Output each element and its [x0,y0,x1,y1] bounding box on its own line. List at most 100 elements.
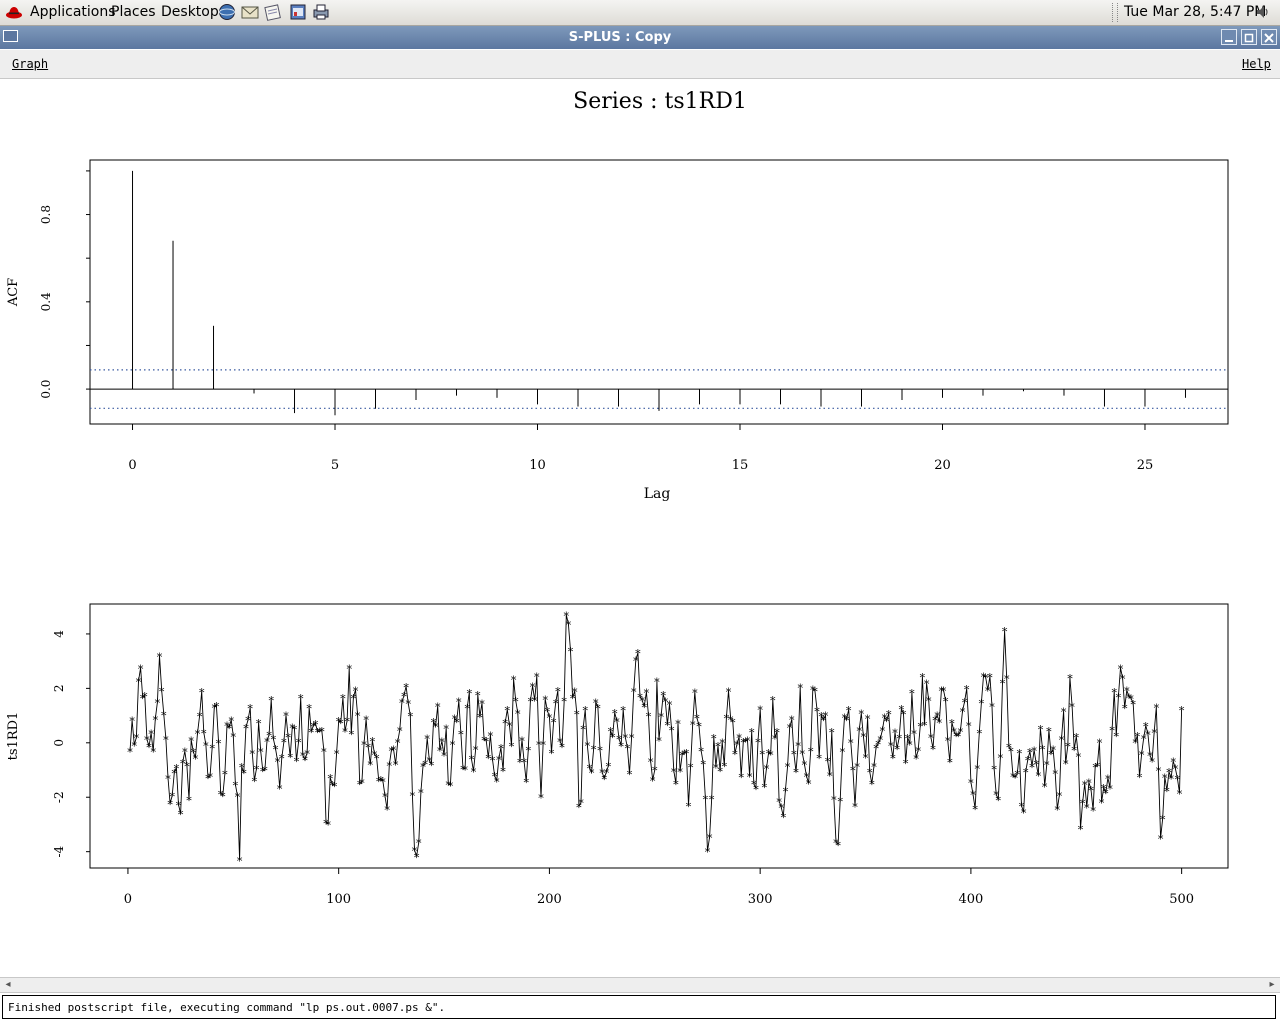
series-point: * [840,746,846,759]
series-point: * [574,708,580,721]
series-x-tick-label: 500 [1169,892,1194,907]
series-point: * [509,740,515,753]
series-point: * [1021,807,1027,820]
series-point: * [996,795,1002,808]
series-point: * [157,651,163,664]
series-point: * [1057,790,1063,803]
series-point: * [325,819,331,832]
series-point: * [382,791,388,804]
series-point: * [199,686,205,699]
series-point: * [852,801,858,814]
maximize-button[interactable] [1241,29,1257,45]
clock[interactable]: Tue Mar 28, 5:47 PM [1124,4,1266,20]
series-point: * [1090,805,1096,818]
series-point: * [987,671,993,684]
series-point: * [456,696,462,709]
series-point: * [384,804,390,817]
graph-menu[interactable]: Graph [12,57,48,71]
series-point: * [871,761,877,774]
series-point: * [1160,813,1166,826]
series-point: * [652,765,658,778]
applications-menu[interactable]: Applications [30,4,116,20]
series-point: * [703,793,709,806]
series-point: * [448,780,454,793]
series-point: * [395,737,401,750]
series-point: * [719,737,725,750]
series-point: * [757,704,763,717]
series-point: * [738,772,744,785]
notes-icon[interactable] [264,3,282,21]
series-point: * [808,745,814,758]
series-point: * [964,684,970,697]
series-point: * [1002,626,1008,639]
series-point: * [458,728,464,741]
series-point: * [228,715,234,728]
series-point: * [760,748,766,761]
series-point: * [408,710,414,723]
series-point: * [812,686,818,699]
series-point: * [136,676,142,689]
series-point: * [1078,823,1084,836]
series-point: * [319,726,325,739]
series-point: * [523,777,529,790]
series-point: * [1069,701,1075,714]
minimize-button[interactable] [1221,29,1237,45]
series-point: * [781,811,787,824]
series-point: * [631,686,637,699]
print-icon[interactable] [312,3,330,21]
series-point: * [443,723,449,736]
series-point: * [222,768,228,781]
desktop-menu[interactable]: Desktop [161,4,219,20]
horizontal-scrollbar[interactable]: ◂ ▸ [0,977,1280,993]
series-y-tick-label: 0 [52,739,66,747]
graph-canvas: Series : ts1RD1 0 5 10 15 20 25 0.0 0.4 0.8 Lag… [0,80,1280,975]
series-point: * [1061,706,1067,719]
scroll-right-arrow-icon[interactable]: ▸ [1266,979,1278,991]
close-button[interactable] [1261,29,1277,45]
series-point: * [220,790,226,803]
series-point: * [686,800,692,813]
series-point: * [397,725,403,738]
acf-plot-frame [89,159,1229,425]
series-point: * [947,757,953,770]
window-titlebar[interactable]: S-PLUS : Copy [0,26,1280,49]
series-point: * [614,716,620,729]
places-menu[interactable]: Places [111,4,156,20]
series-point: * [464,703,470,716]
series-point: * [1074,731,1080,744]
series-point: * [159,685,165,698]
browser-icon[interactable] [218,3,236,21]
series-point: * [393,759,399,772]
series-point: * [1107,783,1113,796]
series-point: * [656,735,662,748]
series-point: * [610,732,616,745]
series-point: * [1116,692,1122,705]
redhat-icon[interactable] [5,5,23,20]
mail-icon[interactable] [241,3,259,21]
series-point: * [254,764,260,777]
acf-x-tick-label: 20 [934,458,951,473]
series-point: * [572,686,578,699]
series-point: * [861,731,867,744]
office-icon[interactable] [289,3,307,21]
series-point: * [193,753,199,766]
series-point: * [722,761,728,774]
scroll-left-arrow-icon[interactable]: ◂ [2,979,14,991]
series-point: * [515,708,521,721]
graph-svg: Series : ts1RD1 0 5 10 15 20 25 0.00.40.8 Lag… [6,89,1229,907]
help-menu[interactable]: Help [1242,57,1271,71]
series-point: * [846,704,852,717]
series-point: * [418,787,424,800]
series-point: * [450,739,456,752]
series-point: * [346,663,352,676]
series-point: * [505,705,511,718]
volume-icon[interactable] [1255,4,1269,20]
series-point: * [359,777,365,790]
series-point: * [924,678,930,691]
series-point: * [764,763,770,776]
series-point: * [424,733,430,746]
series-point: * [414,851,420,864]
series-point: * [184,761,190,774]
series-point: * [629,732,635,745]
series-point: * [886,709,892,722]
